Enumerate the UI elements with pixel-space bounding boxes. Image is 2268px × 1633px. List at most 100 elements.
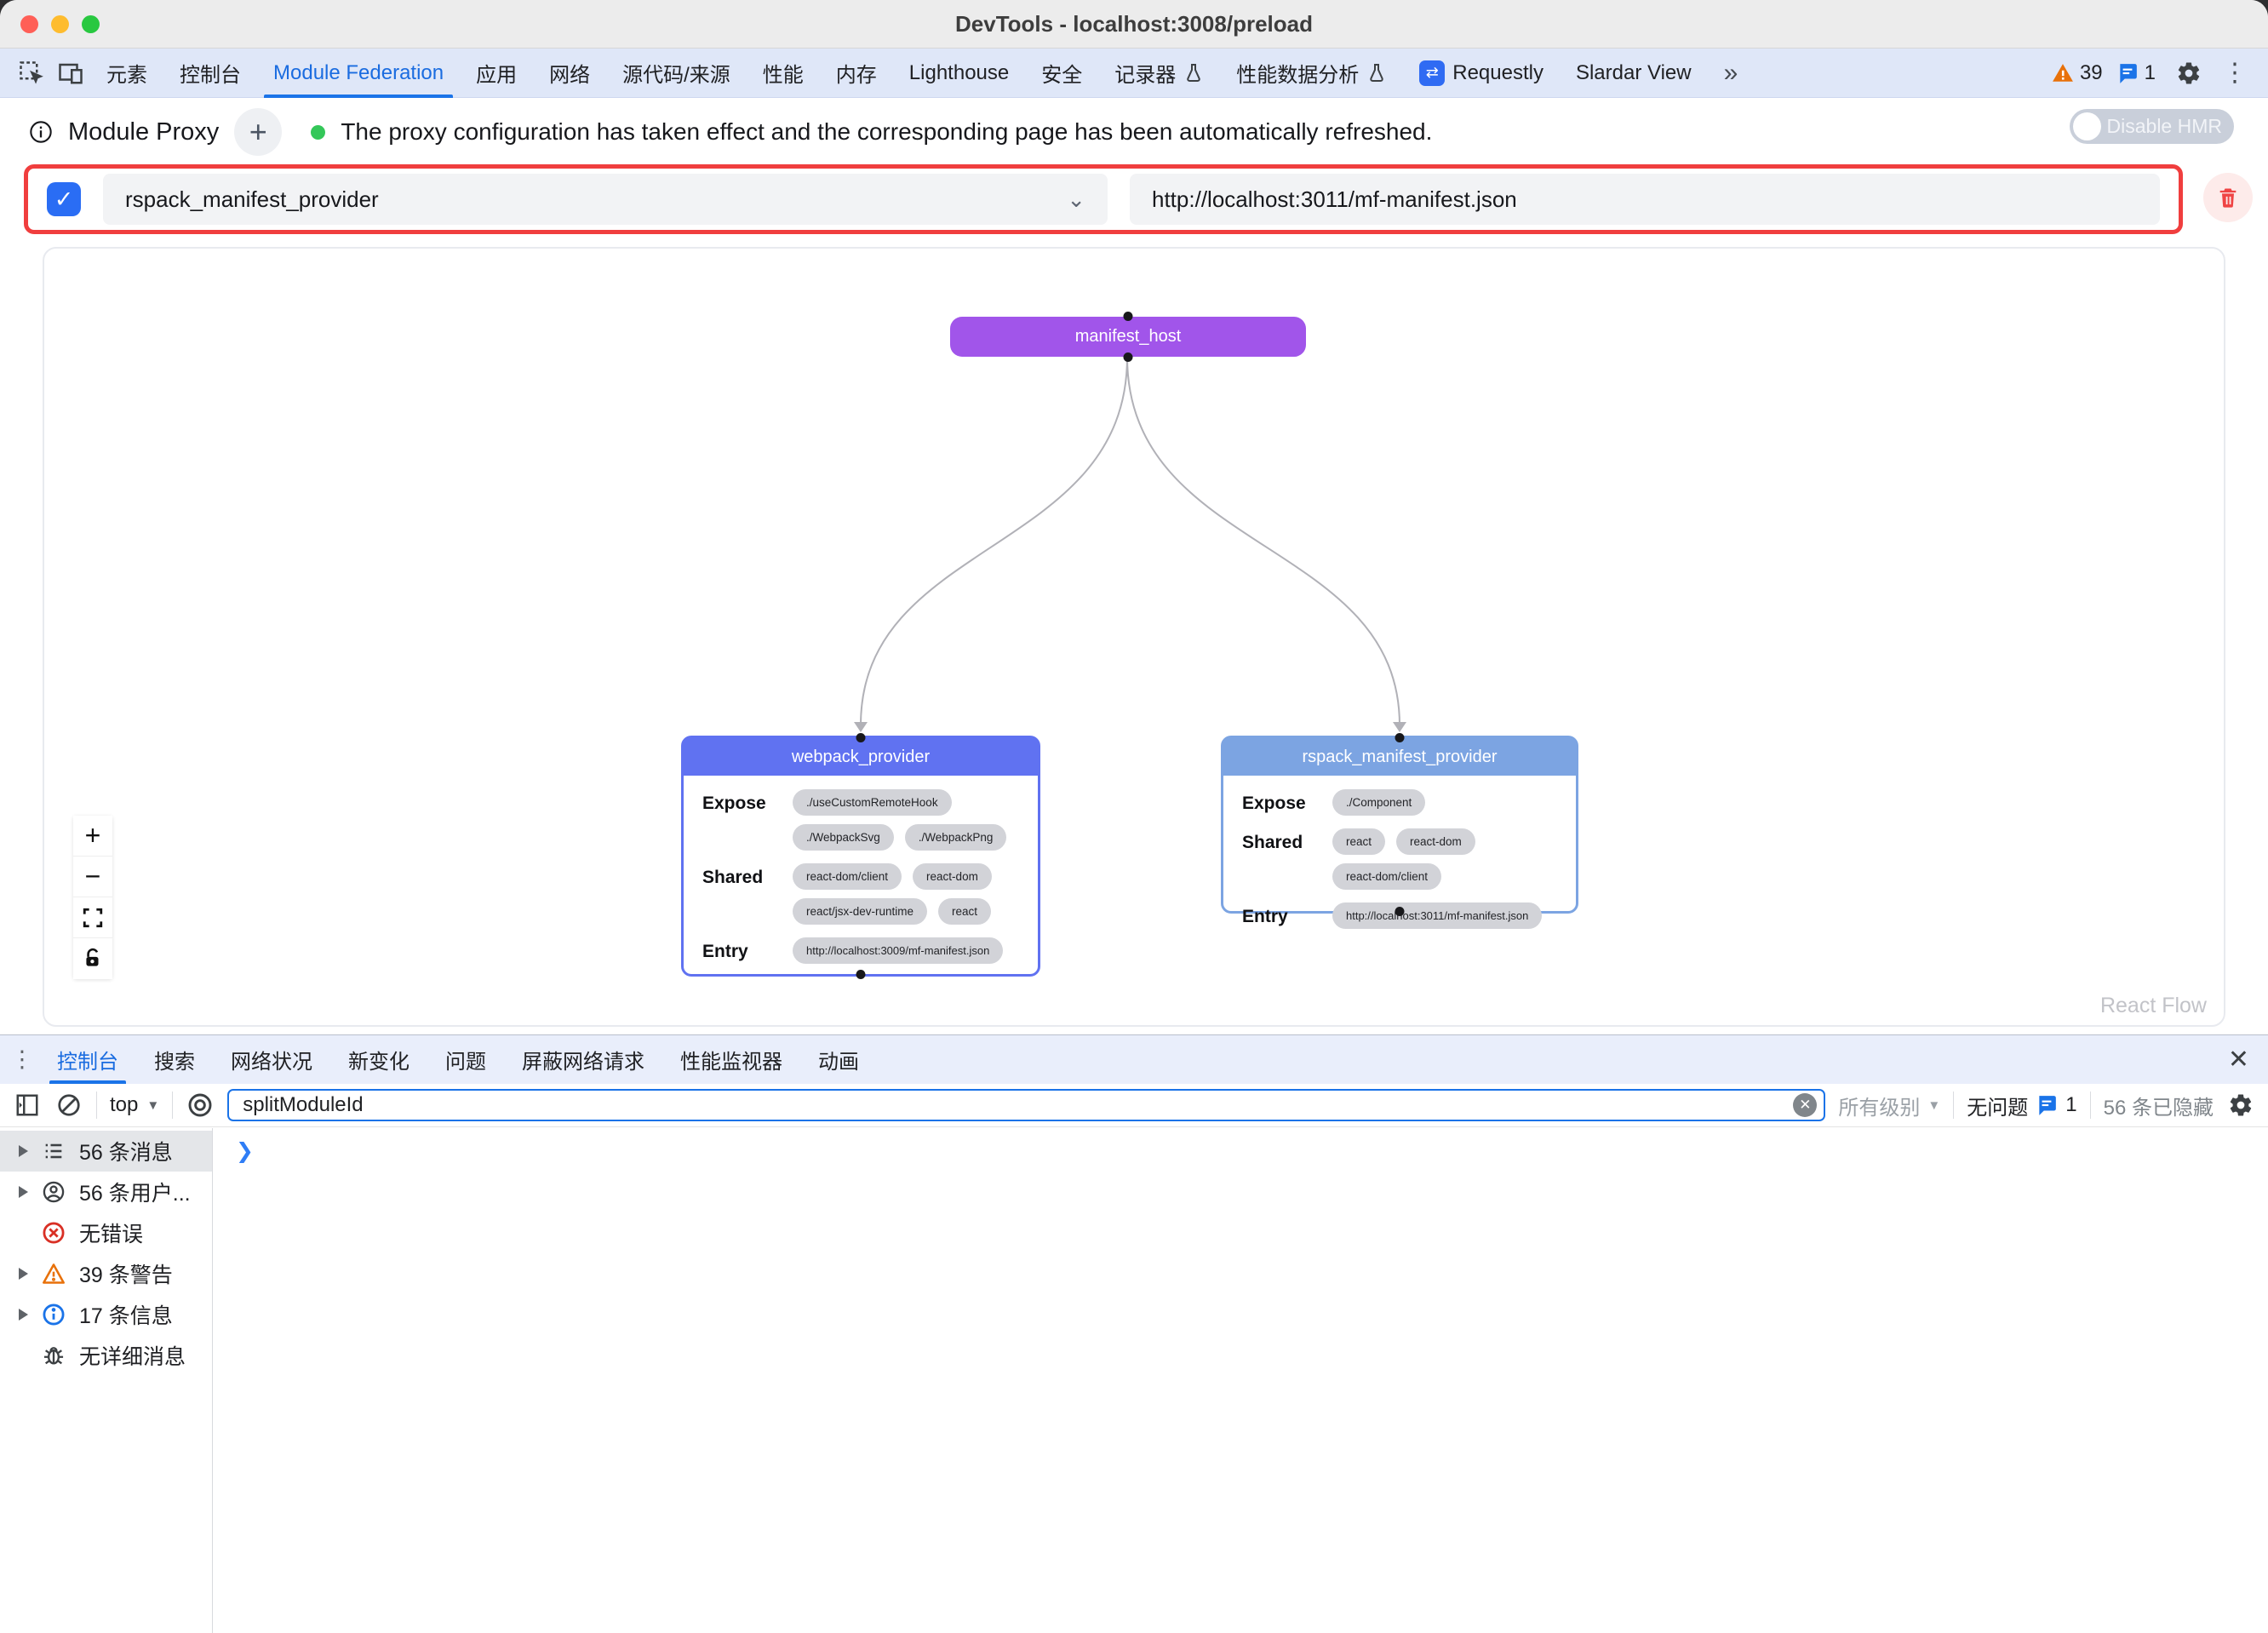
proxy-rule-row: ✓ rspack_manifest_provider ⌄ xyxy=(24,164,2183,234)
proxy-enabled-checkbox[interactable]: ✓ xyxy=(47,182,81,216)
entry-row: Entry http://localhost:3009/mf-manifest.… xyxy=(702,937,1022,964)
log-levels-select[interactable]: 所有级别 ▼ xyxy=(1838,1091,1940,1120)
devtools-window: DevTools - localhost:3008/preload 元素 控制台… xyxy=(0,0,2268,1633)
tab-slardar-view[interactable]: Slardar View xyxy=(1560,49,1708,98)
tab-network[interactable]: 网络 xyxy=(533,49,606,98)
tab-performance-insights[interactable]: 性能数据分析 xyxy=(1220,49,1403,98)
device-toolbar-icon[interactable] xyxy=(51,54,90,93)
toggle-knob xyxy=(2073,112,2101,140)
console-sidebar-toggle-icon[interactable] xyxy=(13,1091,42,1120)
tab-security[interactable]: 安全 xyxy=(1025,49,1098,98)
shared-pill: react xyxy=(1332,828,1385,855)
tab-application[interactable]: 应用 xyxy=(460,49,533,98)
toolbar-divider xyxy=(172,1092,173,1119)
sidebar-item-verbose[interactable]: 无详细消息 xyxy=(0,1335,212,1376)
shared-row: Shared react-dom/client react-dom react/… xyxy=(702,863,1022,925)
console-tab-network-conditions[interactable]: 网络状况 xyxy=(213,1035,330,1084)
shared-row: Shared react react-dom react-dom/client xyxy=(1242,828,1561,890)
console-tab-animations[interactable]: 动画 xyxy=(800,1035,877,1084)
status-dot xyxy=(311,125,325,140)
tab-module-federation[interactable]: Module Federation xyxy=(257,49,460,98)
warning-count: 39 xyxy=(2080,61,2103,85)
minimize-window-button[interactable] xyxy=(51,15,69,33)
sidebar-item-label: 39 条警告 xyxy=(79,1258,173,1289)
issues-status[interactable]: 无问题 1 xyxy=(1967,1091,2076,1120)
tab-sources[interactable]: 源代码/来源 xyxy=(606,49,747,98)
console-messages-area[interactable]: ❯ xyxy=(213,1128,2268,1633)
more-options-kebab-icon[interactable]: ⋮ xyxy=(2222,60,2248,86)
fit-view-button[interactable] xyxy=(73,897,112,938)
toolbar-divider xyxy=(2090,1092,2091,1119)
warnings-badge[interactable]: 39 xyxy=(2052,61,2103,85)
console-tab-search[interactable]: 搜索 xyxy=(136,1035,213,1084)
maximize-window-button[interactable] xyxy=(82,15,100,33)
inspect-element-icon[interactable] xyxy=(12,54,51,93)
tab-recorder[interactable]: 记录器 xyxy=(1098,49,1220,98)
react-flow-attribution[interactable]: React Flow xyxy=(2100,994,2207,1018)
message-count: 1 xyxy=(2145,61,2156,85)
provider-select-value: rspack_manifest_provider xyxy=(125,186,379,213)
sidebar-item-warnings[interactable]: 39 条警告 xyxy=(0,1253,212,1294)
node-handle xyxy=(1395,733,1405,742)
flask-icon xyxy=(1183,63,1204,83)
expander-icon[interactable] xyxy=(19,1268,41,1280)
sidebar-item-label: 无错误 xyxy=(79,1218,143,1248)
sidebar-item-label: 56 条消息 xyxy=(79,1136,173,1166)
zoom-out-button[interactable]: − xyxy=(73,857,112,897)
console-tab-console[interactable]: 控制台 xyxy=(39,1035,136,1084)
provider-select[interactable]: rspack_manifest_provider ⌄ xyxy=(103,174,1108,225)
console-tab-network-blocking[interactable]: 屏蔽网络请求 xyxy=(504,1035,662,1084)
tab-elements[interactable]: 元素 xyxy=(90,49,163,98)
add-proxy-button[interactable]: + xyxy=(234,108,282,156)
window-title: DevTools - localhost:3008/preload xyxy=(955,11,1313,37)
tab-performance[interactable]: 性能 xyxy=(747,49,820,98)
disable-hmr-toggle[interactable]: Disable HMR xyxy=(2070,109,2234,144)
console-tab-changes[interactable]: 新变化 xyxy=(330,1035,427,1084)
shared-pill: react-dom/client xyxy=(1332,863,1441,890)
console-toolbar: top ▼ ✕ 所有级别 ▼ 无问题 1 56 条已隐藏 xyxy=(0,1084,2268,1127)
proxy-url-input[interactable] xyxy=(1130,174,2160,225)
expose-label: Expose xyxy=(1242,789,1332,814)
console-prompt-chevron[interactable]: ❯ xyxy=(236,1138,254,1164)
delete-proxy-button[interactable] xyxy=(2203,173,2253,222)
tab-lighthouse[interactable]: Lighthouse xyxy=(893,49,1025,98)
console-settings-gear-icon[interactable] xyxy=(2226,1091,2255,1120)
sidebar-item-info[interactable]: 17 条信息 xyxy=(0,1294,212,1335)
tab-requestly[interactable]: ⇄ Requestly xyxy=(1403,49,1560,98)
expander-icon[interactable] xyxy=(19,1145,41,1157)
lock-toggle-button[interactable] xyxy=(73,938,112,979)
console-filter-input[interactable] xyxy=(227,1089,1825,1121)
node-rspack-manifest-provider[interactable]: rspack_manifest_provider Expose ./Compon… xyxy=(1221,736,1578,914)
messages-badge[interactable]: 1 xyxy=(2116,61,2156,85)
node-webpack-provider[interactable]: webpack_provider Expose ./useCustomRemot… xyxy=(681,736,1040,977)
node-handle xyxy=(1395,907,1405,916)
settings-gear-icon[interactable] xyxy=(2169,54,2208,93)
tab-memory[interactable]: 内存 xyxy=(820,49,893,98)
sidebar-item-user-messages[interactable]: 56 条用户... xyxy=(0,1172,212,1212)
live-expression-eye-icon[interactable] xyxy=(186,1091,215,1120)
javascript-context-select[interactable]: top ▼ xyxy=(110,1093,159,1117)
entry-label: Entry xyxy=(702,937,793,962)
sidebar-item-all-messages[interactable]: 56 条消息 xyxy=(0,1131,212,1172)
window-titlebar: DevTools - localhost:3008/preload xyxy=(0,0,2268,49)
tab-console[interactable]: 控制台 xyxy=(163,49,257,98)
more-tabs-button[interactable]: » xyxy=(1708,49,1755,98)
zoom-in-button[interactable]: + xyxy=(73,816,112,857)
close-drawer-icon[interactable]: ✕ xyxy=(2228,1045,2249,1074)
module-graph-canvas[interactable]: manifest_host webpack_provider Expose ./… xyxy=(43,247,2225,1027)
node-manifest-host[interactable]: manifest_host xyxy=(950,317,1306,357)
drawer-kebab-icon[interactable]: ⋮ xyxy=(5,1046,39,1073)
bug-icon xyxy=(41,1343,66,1368)
message-bubble-icon xyxy=(2036,1094,2058,1116)
close-window-button[interactable] xyxy=(20,15,38,33)
console-sidebar: 56 条消息 56 条用户... 无错误 39 条警告 xyxy=(0,1128,213,1633)
expander-icon[interactable] xyxy=(19,1309,41,1321)
console-tab-performance-monitor[interactable]: 性能监视器 xyxy=(662,1035,800,1084)
expose-pill: ./WebpackPng xyxy=(905,824,1007,851)
console-tab-issues[interactable]: 问题 xyxy=(427,1035,504,1084)
expander-icon[interactable] xyxy=(19,1186,41,1198)
message-bubble-icon xyxy=(2116,62,2139,84)
sidebar-item-errors[interactable]: 无错误 xyxy=(0,1212,212,1253)
node-handle xyxy=(1124,312,1133,321)
clear-console-icon[interactable] xyxy=(54,1091,83,1120)
